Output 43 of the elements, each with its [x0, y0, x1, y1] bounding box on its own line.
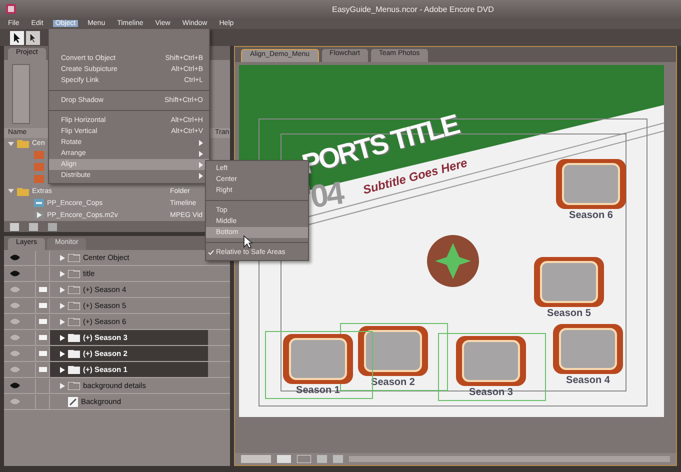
- zoom-field[interactable]: [241, 455, 271, 463]
- app-icon: [6, 4, 16, 14]
- folder-icon: [68, 302, 80, 310]
- preview-area: [12, 64, 30, 124]
- expand-triangle-icon[interactable]: [60, 350, 65, 356]
- expand-triangle-icon[interactable]: [60, 334, 65, 340]
- thumbnail-frame[interactable]: [553, 324, 623, 374]
- horizontal-scrollbar[interactable]: [349, 456, 670, 462]
- folder-icon: [17, 186, 29, 196]
- folder-icon: [68, 254, 80, 262]
- thumbnail-frame[interactable]: [534, 257, 604, 307]
- eye-icon[interactable]: [8, 382, 22, 389]
- timeline-icon: [34, 199, 44, 208]
- window-title: EasyGuide_Menus.ncor - Adobe Encore DVD: [332, 4, 494, 14]
- selection-box[interactable]: [438, 333, 546, 401]
- folder-icon: [68, 270, 80, 278]
- button-label: Season 5: [547, 308, 591, 319]
- mouse-pointer-icon: [243, 235, 253, 249]
- eye-icon[interactable]: [8, 270, 22, 277]
- thumbnail-frame[interactable]: [556, 159, 626, 209]
- folder-icon: [68, 318, 80, 326]
- selection-box[interactable]: [265, 331, 373, 399]
- layer-thumbnail-icon: [68, 396, 78, 406]
- thumbnail-frame[interactable]: [358, 326, 428, 376]
- folder-icon: [68, 382, 80, 390]
- grid-icon[interactable]: [297, 455, 311, 463]
- folder-icon: [68, 334, 80, 342]
- button-label: Season 4: [566, 375, 610, 386]
- delete-icon[interactable]: [48, 222, 57, 231]
- folder-icon: [68, 350, 80, 358]
- eye-icon[interactable]: [8, 254, 22, 261]
- expand-triangle-icon[interactable]: [60, 366, 65, 372]
- thumbnail-frame[interactable]: [283, 334, 353, 384]
- button-label: Season 6: [569, 210, 613, 221]
- selection-tool-icon[interactable]: [10, 30, 24, 44]
- new-item-icon[interactable]: [29, 222, 38, 231]
- thumbnail-frame[interactable]: [456, 336, 526, 386]
- video-file-icon: [34, 211, 44, 220]
- folder-icon: [68, 366, 80, 374]
- folder-icon: [68, 286, 80, 294]
- ornament-ball: [427, 235, 479, 287]
- new-folder-icon[interactable]: [10, 222, 19, 231]
- direct-select-icon[interactable]: [26, 30, 40, 44]
